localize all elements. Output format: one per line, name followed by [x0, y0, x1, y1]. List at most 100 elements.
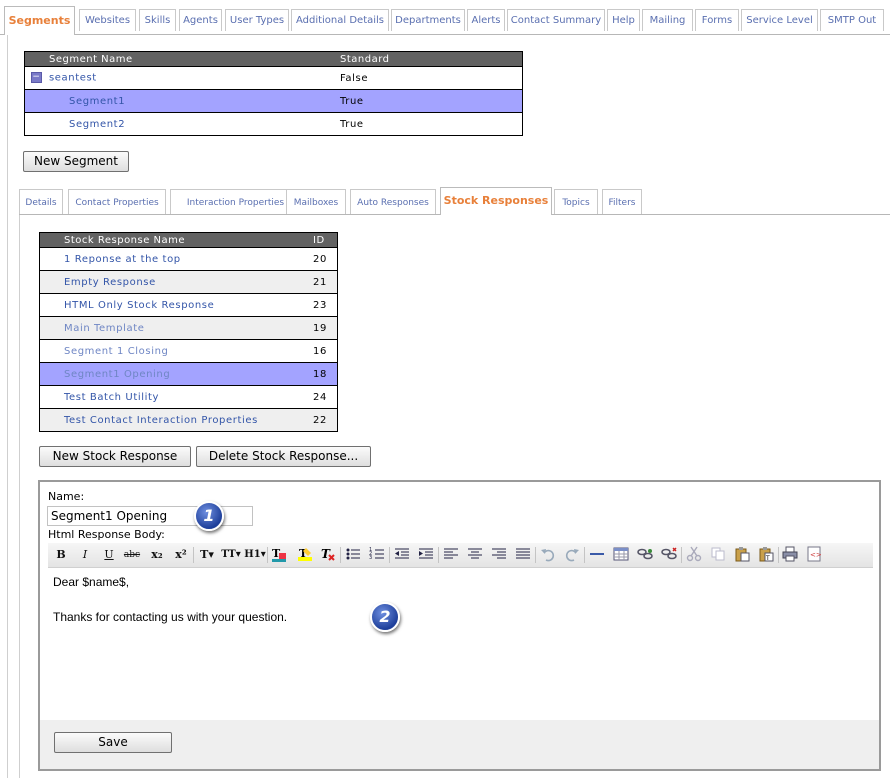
table-header: Stock Response Name ID — [39, 232, 338, 248]
table-row[interactable]: Empty Response 21 — [39, 270, 338, 294]
copy-icon[interactable] — [709, 546, 727, 564]
tab-mailboxes[interactable]: Mailboxes — [286, 189, 346, 214]
tab-additional-details[interactable]: Additional Details — [291, 9, 389, 31]
strikethrough-button[interactable]: abc — [121, 546, 143, 564]
tab-details[interactable]: Details — [19, 189, 63, 214]
segment-name[interactable]: seantest — [49, 73, 97, 84]
horizontal-rule-icon[interactable] — [588, 546, 606, 564]
tab-departments[interactable]: Departments — [391, 9, 465, 31]
underline-button[interactable]: U — [100, 546, 118, 564]
top-tab-bar: Segments Websites Skills Agents User Typ… — [4, 6, 890, 35]
stock-response-name[interactable]: Segment 1 Closing — [39, 339, 313, 363]
new-stock-response-button[interactable]: New Stock Response — [39, 446, 191, 467]
stock-response-name[interactable]: 1 Reponse at the top — [39, 247, 313, 271]
table-row[interactable]: − seantest False — [24, 66, 523, 90]
segment-name[interactable]: Segment2 — [24, 112, 340, 136]
stock-response-id: 18 — [313, 362, 338, 386]
tab-topics[interactable]: Topics — [554, 189, 598, 214]
tab-agents[interactable]: Agents — [179, 9, 222, 31]
tab-filters[interactable]: Filters — [602, 189, 642, 214]
align-right-icon[interactable] — [490, 546, 508, 564]
segment-name[interactable]: Segment1 — [24, 89, 340, 113]
clear-format-icon[interactable]: T — [319, 546, 337, 564]
new-segment-button[interactable]: New Segment — [23, 151, 129, 172]
table-row[interactable]: Segment1 Opening 18 — [39, 362, 338, 386]
tab-contact-summary[interactable]: Contact Summary — [507, 9, 605, 31]
stock-response-name[interactable]: Segment1 Opening — [39, 362, 313, 386]
toolbar-separator — [193, 547, 194, 563]
table-row[interactable]: HTML Only Stock Response 23 — [39, 293, 338, 317]
column-header-id[interactable]: ID — [313, 232, 338, 248]
stock-response-id: 20 — [313, 247, 338, 271]
tab-service-level[interactable]: Service Level — [741, 9, 818, 31]
tab-mailing[interactable]: Mailing — [642, 9, 693, 31]
tab-interaction-properties[interactable]: Interaction Properties — [170, 189, 301, 214]
link-icon[interactable] — [636, 546, 654, 564]
table-icon[interactable] — [612, 546, 630, 564]
numbered-list-icon[interactable]: 123 — [368, 546, 386, 564]
indent-icon[interactable] — [417, 546, 435, 564]
tab-alerts[interactable]: Alerts — [467, 9, 505, 31]
heading-dropdown[interactable]: H1▾ — [244, 546, 266, 564]
html-body-editor[interactable]: Dear $name$, Thanks for contacting us wi… — [48, 568, 873, 719]
stock-response-name[interactable]: Main Template — [39, 316, 313, 340]
stock-response-name[interactable]: Empty Response — [39, 270, 313, 294]
stock-response-name[interactable]: Test Batch Utility — [39, 385, 313, 409]
subscript-button[interactable]: x₂ — [148, 546, 166, 564]
bullet-list-icon[interactable] — [344, 546, 362, 564]
column-header-segment-name[interactable]: Segment Name — [24, 51, 340, 67]
font-family-dropdown[interactable]: TT▾ — [220, 546, 242, 564]
tab-stock-responses[interactable]: Stock Responses — [440, 187, 552, 215]
stock-response-name[interactable]: HTML Only Stock Response — [39, 293, 313, 317]
body-greeting: Dear $name$, — [53, 575, 130, 589]
save-button[interactable]: Save — [54, 732, 172, 753]
undo-icon[interactable] — [539, 546, 557, 564]
table-row[interactable]: Test Batch Utility 24 — [39, 385, 338, 409]
align-center-icon[interactable] — [466, 546, 484, 564]
tab-contact-properties[interactable]: Contact Properties — [68, 189, 166, 214]
italic-button[interactable]: I — [76, 546, 94, 564]
svg-text:3: 3 — [369, 555, 372, 561]
segment-standard: True — [340, 112, 523, 136]
outdent-icon[interactable] — [393, 546, 411, 564]
collapse-icon[interactable]: − — [31, 72, 42, 84]
table-row[interactable]: Segment2 True — [24, 112, 523, 136]
font-size-dropdown[interactable]: T▾ — [196, 546, 218, 564]
unlink-icon[interactable] — [660, 546, 678, 564]
table-row[interactable]: Segment1 True — [24, 89, 523, 113]
tab-smtp-out[interactable]: SMTP Out — [820, 9, 884, 31]
table-row[interactable]: 1 Reponse at the top 20 — [39, 247, 338, 271]
table-row[interactable]: Test Contact Interaction Properties 22 — [39, 408, 338, 432]
align-left-icon[interactable] — [442, 546, 460, 564]
column-header-stock-response-name[interactable]: Stock Response Name — [39, 232, 313, 248]
stock-response-id: 22 — [313, 408, 338, 432]
tab-user-types[interactable]: User Types — [225, 9, 289, 31]
tab-help[interactable]: Help — [607, 9, 640, 31]
redo-icon[interactable] — [563, 546, 581, 564]
table-header: Segment Name Standard — [24, 51, 523, 67]
superscript-button[interactable]: x² — [172, 546, 190, 564]
font-color-icon[interactable]: T — [270, 546, 288, 564]
callout-marker: 2 — [370, 602, 400, 632]
source-code-icon[interactable]: <> — [805, 546, 823, 564]
delete-stock-response-button[interactable]: Delete Stock Response... — [196, 446, 371, 467]
tab-skills[interactable]: Skills — [139, 9, 176, 31]
bold-button[interactable]: B — [52, 546, 70, 564]
table-row[interactable]: Main Template 19 — [39, 316, 338, 340]
cut-icon[interactable] — [685, 546, 703, 564]
toolbar-separator — [584, 547, 585, 563]
tab-segments[interactable]: Segments — [4, 6, 75, 35]
highlight-color-icon[interactable]: T — [296, 546, 314, 564]
stock-response-id: 19 — [313, 316, 338, 340]
tab-websites[interactable]: Websites — [79, 9, 136, 31]
print-icon[interactable] — [781, 546, 799, 564]
stock-response-name[interactable]: Test Contact Interaction Properties — [39, 408, 313, 432]
justify-icon[interactable] — [514, 546, 532, 564]
tab-auto-responses[interactable]: Auto Responses — [350, 189, 436, 214]
tab-forms[interactable]: Forms — [695, 9, 739, 31]
paste-icon[interactable] — [733, 546, 751, 564]
column-header-standard[interactable]: Standard — [340, 51, 523, 67]
paste-text-icon[interactable]: T — [757, 546, 775, 564]
callout-marker: 1 — [194, 501, 224, 531]
table-row[interactable]: Segment 1 Closing 16 — [39, 339, 338, 363]
